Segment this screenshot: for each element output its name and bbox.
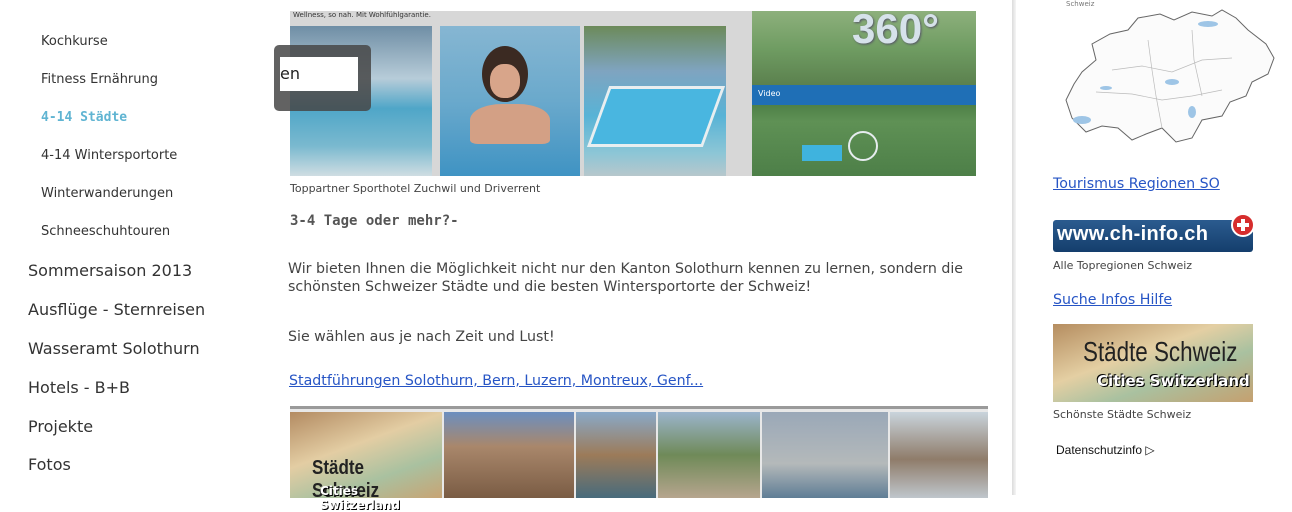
nav-item-fotos[interactable]: Fotos	[28, 455, 71, 474]
staedte-schweiz-map-tile: Städte Schweiz Cities Switzerland	[290, 412, 442, 512]
city-photo-lake	[762, 412, 888, 498]
tourismus-regionen-link[interactable]: Tourismus Regionen SO	[1053, 176, 1220, 192]
strip-subtitle: Cities Switzerland	[320, 484, 400, 512]
hotel-banner-image[interactable]: 360° Video Wellness, so nah. Mit Wohlfüh…	[290, 11, 976, 176]
woman-in-pool-photo	[440, 26, 580, 176]
ch-info-logo[interactable]: www.ch-info.ch	[1053, 213, 1255, 252]
nav-item-hotels-bb[interactable]: Hotels - B+B	[28, 378, 130, 397]
nav-item-wasseramt-solothurn[interactable]: Wasseramt Solothurn	[28, 339, 200, 358]
city-photo-bern	[444, 412, 574, 498]
nav-item-4-14-wintersportorte[interactable]: 4-14 Wintersportorte	[41, 148, 177, 163]
staedte-banner-title: Städte Schweiz	[1083, 336, 1238, 367]
nav-item-sommersaison-2013[interactable]: Sommersaison 2013	[28, 261, 192, 280]
nav-item-kochkurse[interactable]: Kochkurse	[41, 34, 108, 49]
nav-item-fitness-ernaehrung[interactable]: Fitness Ernährung	[41, 72, 158, 87]
privacy-info-link[interactable]: Datenschutzinfo ▷	[1056, 443, 1155, 457]
staedte-schweiz-banner[interactable]: Städte Schweiz Cities Switzerland	[1053, 324, 1253, 402]
column-divider	[1012, 0, 1016, 495]
ch-info-logo-text: www.ch-info.ch	[1057, 223, 1209, 245]
banner-caption: Toppartner Sporthotel Zuchwil und Driver…	[290, 182, 541, 195]
video-label: Video	[758, 89, 781, 98]
search-input[interactable]: en	[280, 57, 358, 91]
video-thumbnail[interactable]: Video	[752, 85, 976, 176]
main-content: 360° Video Wellness, so nah. Mit Wohlfüh…	[260, 0, 1012, 512]
suche-infos-hilfe-link[interactable]: Suche Infos Hilfe	[1053, 292, 1172, 308]
banner-tagline: Wellness, so nah. Mit Wohlfühlgarantie.	[293, 11, 431, 19]
side-navigation: Kochkurse Fitness Ernährung 4-14 Städte …	[0, 0, 260, 495]
ch-info-caption: Alle Topregionen Schweiz	[1053, 259, 1193, 272]
city-photo-luzern	[576, 412, 656, 498]
nav-item-projekte[interactable]: Projekte	[28, 417, 93, 436]
staedte-caption: Schönste Städte Schweiz	[1053, 408, 1192, 421]
360-badge-text: 360°	[852, 11, 939, 52]
city-tours-link[interactable]: Stadtführungen Solothurn, Bern, Luzern, …	[289, 373, 703, 389]
cities-photo-strip[interactable]: Städte Schweiz Cities Switzerland	[290, 406, 988, 512]
section-heading: 3-4 Tage oder mehr?-	[290, 213, 459, 229]
play-icon[interactable]	[848, 131, 878, 161]
city-photo-station	[890, 412, 988, 498]
pool-aerial-photo	[584, 26, 726, 176]
nav-item-4-14-staedte[interactable]: 4-14 Städte	[41, 110, 127, 125]
map-label: Schweiz	[1066, 0, 1095, 8]
choice-paragraph: Sie wählen aus je nach Zeit und Lust!	[288, 329, 555, 345]
swiss-cross-icon	[1231, 213, 1255, 237]
search-popup: en	[274, 45, 371, 111]
switzerland-map[interactable]: Schweiz	[1052, 0, 1280, 150]
intro-paragraph: Wir bieten Ihnen die Möglichkeit nicht n…	[288, 261, 964, 295]
nav-item-schneeschuhtouren[interactable]: Schneeschuhtouren	[41, 224, 170, 239]
right-sidebar: Schweiz Tourismus Regionen SO www.ch-inf…	[1040, 0, 1292, 495]
360-badge[interactable]: 360°	[752, 11, 976, 87]
city-photo-town	[658, 412, 760, 498]
staedte-banner-subtitle: Cities Switzerland	[1097, 372, 1250, 390]
nav-item-winterwanderungen[interactable]: Winterwanderungen	[41, 186, 173, 201]
nav-item-ausfluege-sternreisen[interactable]: Ausflüge - Sternreisen	[28, 300, 205, 319]
